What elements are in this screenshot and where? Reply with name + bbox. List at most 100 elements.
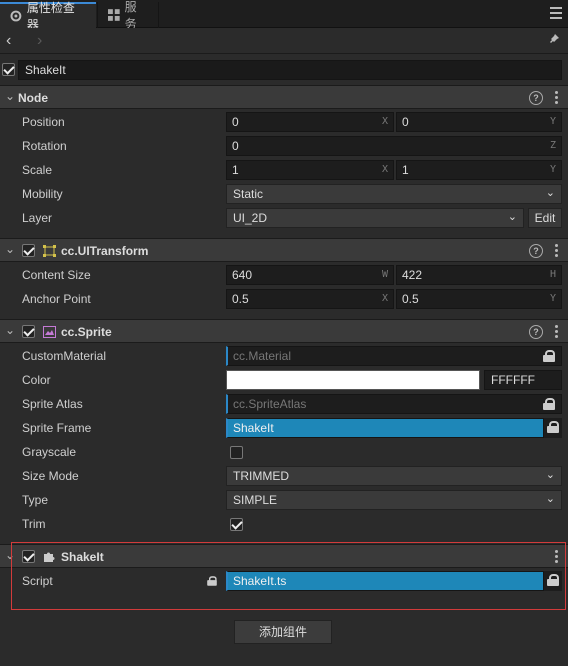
axis-label: Y bbox=[549, 293, 556, 304]
axis-label: Y bbox=[549, 116, 556, 127]
layer-select[interactable]: UI_2D ⌄ bbox=[226, 208, 524, 228]
value: 422 bbox=[402, 268, 423, 282]
selected-value: TRIMMED bbox=[233, 469, 289, 483]
color-hex-input[interactable]: FFFFFF bbox=[484, 370, 562, 390]
gear-icon bbox=[10, 10, 22, 22]
position-y-input[interactable]: 0Y bbox=[396, 112, 562, 132]
type-label: Type bbox=[22, 493, 49, 507]
chevron-down-icon: ⌄ bbox=[507, 211, 517, 223]
chevron-down-icon: ⌄ bbox=[545, 493, 555, 505]
size-mode-select[interactable]: TRIMMED ⌄ bbox=[226, 466, 562, 486]
edit-layer-button[interactable]: Edit bbox=[528, 208, 562, 228]
content-size-width-input[interactable]: 640 W bbox=[226, 265, 394, 285]
value: 0.5 bbox=[402, 292, 419, 306]
uitransform-enabled-checkbox[interactable] bbox=[22, 244, 35, 257]
node-name-row: ShakeIt bbox=[0, 57, 568, 83]
value: 0.5 bbox=[232, 292, 249, 306]
help-icon[interactable]: ? bbox=[529, 91, 543, 105]
collapse-chevron-icon[interactable]: ⌄ bbox=[5, 242, 15, 256]
size-mode-label: Size Mode bbox=[22, 469, 79, 483]
scale-x-input[interactable]: 1X bbox=[226, 160, 394, 180]
collapse-chevron-icon[interactable]: ⌄ bbox=[5, 323, 15, 337]
pin-icon[interactable] bbox=[548, 33, 560, 45]
sprite-frame-label: Sprite Frame bbox=[22, 421, 92, 435]
axis-label: X bbox=[381, 164, 388, 175]
anchor-point-label: Anchor Point bbox=[22, 292, 91, 306]
sprite-frame-row: Sprite Frame ShakeIt bbox=[0, 416, 568, 440]
help-icon[interactable]: ? bbox=[529, 244, 543, 258]
tab-inspector[interactable]: 属性检查器 bbox=[0, 1, 96, 32]
asset-picker-icon[interactable] bbox=[543, 398, 555, 410]
value: 1 bbox=[232, 163, 239, 177]
mobility-label: Mobility bbox=[22, 187, 63, 201]
type-row: Type SIMPLE ⌄ bbox=[0, 488, 568, 512]
help-icon[interactable]: ? bbox=[529, 325, 543, 339]
selected-value: UI_2D bbox=[233, 211, 268, 225]
color-row: Color FFFFFF bbox=[0, 368, 568, 392]
content-size-label: Content Size bbox=[22, 268, 91, 282]
rotation-label: Rotation bbox=[22, 139, 67, 153]
value: ShakeIt bbox=[233, 421, 274, 435]
content-size-height-input[interactable]: 422 H bbox=[396, 265, 562, 285]
sprite-atlas-asset-field[interactable]: cc.SpriteAtlas bbox=[226, 394, 562, 414]
collapse-chevron-icon[interactable]: ⌄ bbox=[5, 89, 15, 103]
node-section-header[interactable]: ⌄ Node ? bbox=[0, 85, 568, 109]
type-select[interactable]: SIMPLE ⌄ bbox=[226, 490, 562, 510]
color-swatch[interactable] bbox=[226, 370, 480, 390]
position-x-input[interactable]: 0X bbox=[226, 112, 394, 132]
anchor-y-input[interactable]: 0.5 Y bbox=[396, 289, 562, 309]
axis-label: W bbox=[381, 269, 388, 280]
sprite-atlas-row: Sprite Atlas cc.SpriteAtlas bbox=[0, 392, 568, 416]
anchor-point-row: Anchor Point 0.5 X 0.5 Y bbox=[0, 287, 568, 311]
color-label: Color bbox=[22, 373, 51, 387]
selected-value: Static bbox=[233, 187, 264, 201]
sprite-section-header[interactable]: ⌄ cc.Sprite ? bbox=[0, 319, 568, 343]
grayscale-row: Grayscale bbox=[0, 440, 568, 464]
mobility-row: Mobility Static ⌄ bbox=[0, 182, 568, 206]
trim-checkbox[interactable] bbox=[230, 518, 243, 531]
axis-label: H bbox=[549, 269, 556, 280]
node-name-input[interactable]: ShakeIt bbox=[18, 60, 562, 80]
uitransform-section-header[interactable]: ⌄ cc.UITransform ? bbox=[0, 238, 568, 262]
add-component-button[interactable]: 添加组件 bbox=[234, 620, 332, 644]
value: 1 bbox=[402, 163, 409, 177]
sprite-frame-asset-field[interactable]: ShakeIt bbox=[226, 418, 544, 438]
custom-material-row: CustomMaterial cc.Material bbox=[0, 344, 568, 368]
position-label: Position bbox=[22, 115, 65, 129]
axis-label: X bbox=[381, 293, 388, 304]
grayscale-checkbox[interactable] bbox=[230, 446, 243, 459]
sprite-atlas-label: Sprite Atlas bbox=[22, 397, 83, 411]
sprite-enabled-checkbox[interactable] bbox=[22, 325, 35, 338]
back-arrow-icon[interactable]: ‹ bbox=[6, 32, 11, 50]
scale-y-input[interactable]: 1Y bbox=[396, 160, 562, 180]
scale-row: Scale 1X 1Y bbox=[0, 158, 568, 182]
section-title: cc.Sprite bbox=[61, 325, 112, 339]
axis-label: Y bbox=[549, 164, 556, 175]
asset-picker-icon[interactable] bbox=[543, 350, 555, 362]
trim-row: Trim bbox=[0, 512, 568, 536]
forward-arrow-icon[interactable]: › bbox=[37, 32, 42, 50]
anchor-x-input[interactable]: 0.5 X bbox=[226, 289, 394, 309]
axis-label: Z bbox=[549, 140, 556, 151]
mobility-select[interactable]: Static ⌄ bbox=[226, 184, 562, 204]
node-active-checkbox[interactable] bbox=[2, 63, 15, 76]
layer-row: Layer UI_2D ⌄ Edit bbox=[0, 206, 568, 230]
transform-icon bbox=[43, 245, 56, 257]
custom-material-asset-field[interactable]: cc.Material bbox=[226, 346, 562, 366]
more-options-icon[interactable] bbox=[555, 244, 558, 259]
size-mode-row: Size Mode TRIMMED ⌄ bbox=[0, 464, 568, 488]
chevron-down-icon: ⌄ bbox=[545, 469, 555, 481]
layer-label: Layer bbox=[22, 211, 53, 225]
rotation-z-input[interactable]: 0Z bbox=[226, 136, 562, 156]
custom-material-label: CustomMaterial bbox=[22, 349, 107, 363]
position-row: Position 0X 0Y bbox=[0, 110, 568, 134]
grayscale-label: Grayscale bbox=[22, 445, 77, 459]
hamburger-menu-icon[interactable] bbox=[550, 7, 562, 19]
placeholder: cc.Material bbox=[233, 349, 292, 363]
selected-value: SIMPLE bbox=[233, 493, 278, 507]
grid-icon bbox=[108, 9, 120, 21]
asset-picker-button[interactable] bbox=[544, 418, 562, 438]
tab-services[interactable]: 服务 bbox=[97, 0, 159, 31]
more-options-icon[interactable] bbox=[555, 91, 558, 106]
more-options-icon[interactable] bbox=[555, 325, 558, 340]
